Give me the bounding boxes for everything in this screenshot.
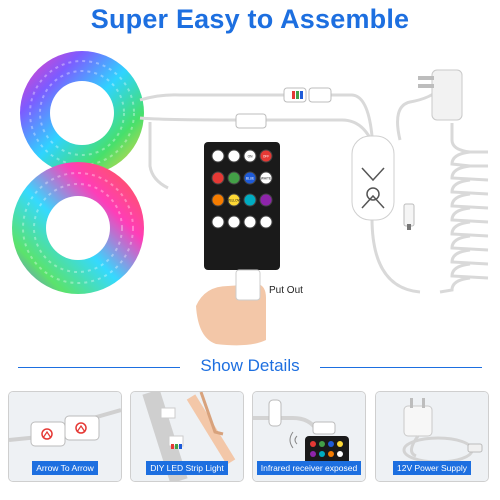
dc-plug: [403, 203, 415, 230]
ir-remote: ON OFF BLUE WHITE YELLOW: [204, 142, 280, 270]
hand: [196, 269, 266, 346]
detail-card-diy-strip: DIY LED Strip Light: [130, 391, 244, 482]
remote-button: [259, 215, 273, 229]
remote-button: [211, 171, 225, 185]
led-reel-bottom: [12, 162, 144, 294]
remote-button: [227, 171, 241, 185]
inline-connector: [235, 113, 267, 129]
detail-card-arrow-to-arrow: Arrow To Arrow: [8, 391, 122, 482]
remote-button: [259, 193, 273, 207]
remote-button: [211, 149, 225, 163]
page-title: Super Easy to Assemble: [90, 4, 410, 34]
led-reel-top: [20, 51, 144, 175]
detail-card-infrared: Infrared receiver exposed: [252, 391, 366, 482]
section-title: Show Details: [200, 356, 300, 375]
put-out-label: Put Out: [269, 285, 303, 296]
detail-card-power-supply: 12V Power Supply: [375, 391, 489, 482]
remote-button-label: ON: [248, 155, 253, 159]
remote-button: [227, 149, 241, 163]
controller: [351, 135, 395, 221]
arrow-connector: [283, 87, 332, 103]
power-adapter: [418, 69, 463, 121]
remote-button: [243, 193, 257, 207]
detail-caption-1: Arrow To Arrow: [32, 461, 98, 475]
detail-caption-4: 12V Power Supply: [393, 461, 471, 475]
remote-button-label: BLUE: [246, 177, 254, 181]
remote-button: [227, 215, 241, 229]
remote-button: [211, 193, 225, 207]
remote-button-label: WHITE: [261, 177, 271, 181]
detail-caption-2: DIY LED Strip Light: [146, 461, 228, 475]
remote-button-label: YELLOW: [227, 199, 240, 203]
remote-button-label: OFF: [263, 155, 269, 159]
remote-button: [211, 215, 225, 229]
assembly-illustration: ON OFF BLUE WHITE YELLOW: [12, 51, 489, 346]
remote-button: [243, 215, 257, 229]
detail-caption-3: Infrared receiver exposed: [256, 461, 362, 475]
